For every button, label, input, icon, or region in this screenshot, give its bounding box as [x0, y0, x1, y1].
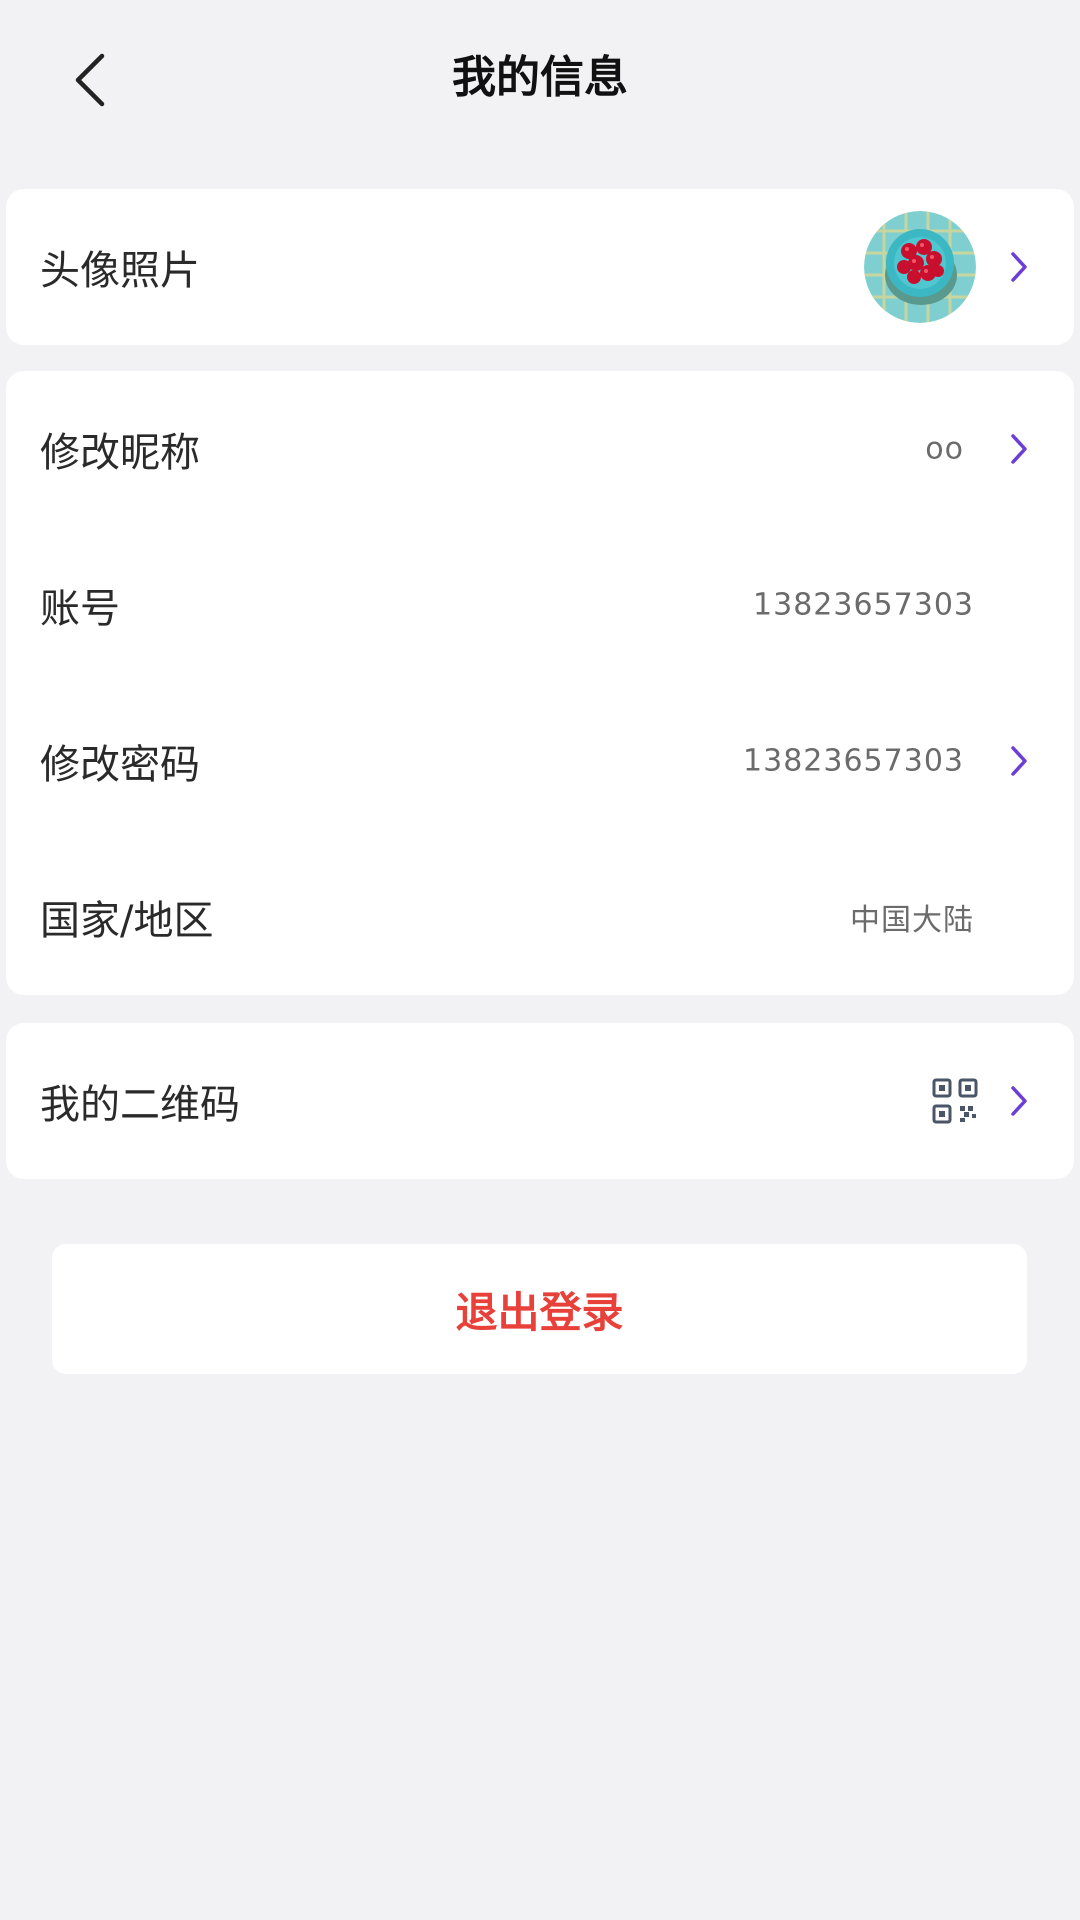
qr-card: 我的二维码	[6, 1023, 1074, 1179]
account-value: 13823657303	[753, 587, 974, 623]
nickname-row[interactable]: 修改昵称 oo	[6, 371, 1074, 527]
nickname-value: oo	[925, 431, 964, 467]
nickname-label: 修改昵称	[40, 430, 200, 476]
logout-button[interactable]: 退出登录	[52, 1244, 1027, 1374]
page-title: 我的信息	[452, 52, 628, 103]
account-label: 账号	[40, 586, 120, 632]
avatar[interactable]	[864, 211, 976, 323]
password-label: 修改密码	[40, 742, 200, 788]
info-card: 修改昵称 oo 账号 13823657303 修改密码 13823657303 …	[6, 371, 1074, 995]
region-value: 中国大陆	[850, 903, 974, 938]
qr-code-label: 我的二维码	[40, 1082, 240, 1128]
avatar-card: 头像照片	[6, 189, 1074, 345]
chevron-right-icon	[1011, 1086, 1027, 1116]
qr-code-icon	[932, 1078, 978, 1124]
qr-code-row[interactable]: 我的二维码	[6, 1023, 1074, 1179]
region-label: 国家/地区	[40, 898, 214, 944]
chevron-right-icon	[1011, 252, 1027, 282]
chevron-right-icon	[1011, 434, 1027, 464]
password-row[interactable]: 修改密码 13823657303	[6, 683, 1074, 839]
region-row: 国家/地区 中国大陆	[6, 839, 1074, 995]
avatar-image	[864, 211, 976, 323]
header: 我的信息	[0, 0, 1080, 160]
avatar-row-label: 头像照片	[40, 248, 200, 294]
chevron-right-icon	[1011, 746, 1027, 776]
account-row: 账号 13823657303	[6, 527, 1074, 683]
password-value: 13823657303	[743, 743, 964, 779]
avatar-row[interactable]: 头像照片	[6, 189, 1074, 345]
